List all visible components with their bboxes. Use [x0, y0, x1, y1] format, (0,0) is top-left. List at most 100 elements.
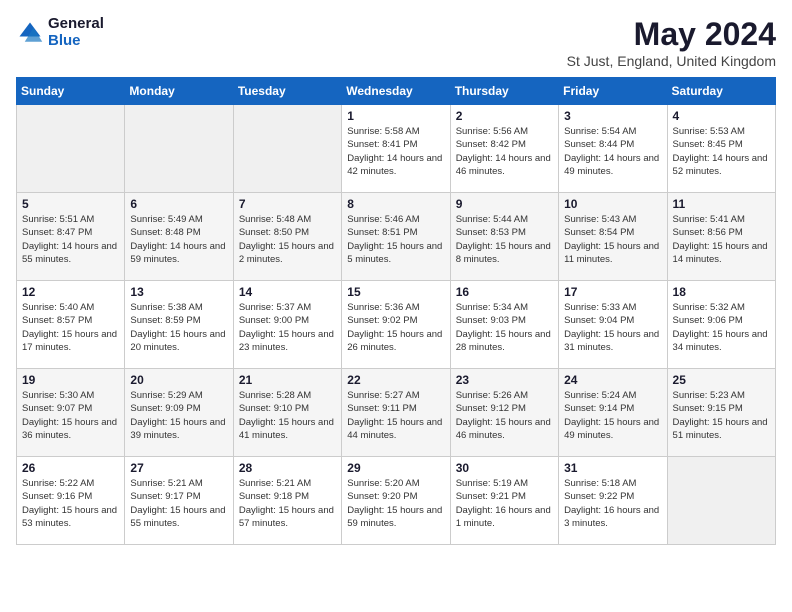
- day-number: 10: [564, 197, 661, 211]
- calendar-cell: 30Sunrise: 5:19 AMSunset: 9:21 PMDayligh…: [450, 457, 558, 545]
- day-info: Sunrise: 5:24 AMSunset: 9:14 PMDaylight:…: [564, 389, 661, 442]
- day-info: Sunrise: 5:58 AMSunset: 8:41 PMDaylight:…: [347, 125, 444, 178]
- calendar-cell: 6 Sunrise: 5:49 AMSunset: 8:48 PMDaylight…: [125, 193, 233, 281]
- day-number: 4: [673, 109, 770, 123]
- day-header-wednesday: Wednesday: [342, 78, 450, 105]
- calendar-week-3: 12Sunrise: 5:40 AMSunset: 8:57 PMDayligh…: [17, 281, 776, 369]
- day-number: 29: [347, 461, 444, 475]
- day-info: Sunrise: 5:21 AMSunset: 9:18 PMDaylight:…: [239, 477, 336, 530]
- day-info: Sunrise: 5:23 AMSunset: 9:15 PMDaylight:…: [673, 389, 770, 442]
- day-info: Sunrise: 5:41 AMSunset: 8:56 PMDaylight:…: [673, 213, 770, 266]
- day-info: Sunrise: 5:27 AMSunset: 9:11 PMDaylight:…: [347, 389, 444, 442]
- day-number: 26: [22, 461, 119, 475]
- logo-general: General: [48, 16, 104, 33]
- day-header-saturday: Saturday: [667, 78, 775, 105]
- calendar-body: 1 Sunrise: 5:58 AMSunset: 8:41 PMDaylight…: [17, 105, 776, 545]
- logo-text: General Blue: [48, 16, 104, 49]
- day-number: 7: [239, 197, 336, 211]
- day-number: 5: [22, 197, 119, 211]
- calendar-cell: 15Sunrise: 5:36 AMSunset: 9:02 PMDayligh…: [342, 281, 450, 369]
- day-info: Sunrise: 5:48 AMSunset: 8:50 PMDaylight:…: [239, 213, 336, 266]
- calendar-cell: 24 Sunrise: 5:24 AMSunset: 9:14 PMDayligh…: [559, 369, 667, 457]
- calendar-cell: [667, 457, 775, 545]
- calendar-table: SundayMondayTuesdayWednesdayThursdayFrid…: [16, 77, 776, 545]
- day-number: 16: [456, 285, 553, 299]
- day-number: 23: [456, 373, 553, 387]
- day-number: 9: [456, 197, 553, 211]
- month-title: May 2024: [567, 16, 776, 53]
- calendar-cell: [17, 105, 125, 193]
- calendar-cell: 3 Sunrise: 5:54 AMSunset: 8:44 PMDaylight…: [559, 105, 667, 193]
- day-info: Sunrise: 5:53 AMSunset: 8:45 PMDaylight:…: [673, 125, 770, 178]
- calendar-cell: 20Sunrise: 5:29 AMSunset: 9:09 PMDayligh…: [125, 369, 233, 457]
- day-number: 21: [239, 373, 336, 387]
- day-info: Sunrise: 5:43 AMSunset: 8:54 PMDaylight:…: [564, 213, 661, 266]
- calendar-cell: 10 Sunrise: 5:43 AMSunset: 8:54 PMDayligh…: [559, 193, 667, 281]
- day-info: Sunrise: 5:33 AMSunset: 9:04 PMDaylight:…: [564, 301, 661, 354]
- calendar-cell: 19 Sunrise: 5:30 AMSunset: 9:07 PMDayligh…: [17, 369, 125, 457]
- calendar-cell: 18Sunrise: 5:32 AMSunset: 9:06 PMDayligh…: [667, 281, 775, 369]
- calendar-cell: 25Sunrise: 5:23 AMSunset: 9:15 PMDayligh…: [667, 369, 775, 457]
- calendar-cell: 9 Sunrise: 5:44 AMSunset: 8:53 PMDaylight…: [450, 193, 558, 281]
- day-number: 6: [130, 197, 227, 211]
- logo-blue: Blue: [48, 33, 104, 50]
- calendar-cell: 14 Sunrise: 5:37 AMSunset: 9:00 PMDayligh…: [233, 281, 341, 369]
- day-info: Sunrise: 5:38 AMSunset: 8:59 PMDaylight:…: [130, 301, 227, 354]
- calendar-cell: 16Sunrise: 5:34 AMSunset: 9:03 PMDayligh…: [450, 281, 558, 369]
- calendar-cell: [125, 105, 233, 193]
- day-info: Sunrise: 5:44 AMSunset: 8:53 PMDaylight:…: [456, 213, 553, 266]
- calendar-week-5: 26Sunrise: 5:22 AMSunset: 9:16 PMDayligh…: [17, 457, 776, 545]
- calendar-cell: [233, 105, 341, 193]
- day-header-sunday: Sunday: [17, 78, 125, 105]
- calendar-week-2: 5 Sunrise: 5:51 AMSunset: 8:47 PMDaylight…: [17, 193, 776, 281]
- calendar-cell: 7 Sunrise: 5:48 AMSunset: 8:50 PMDaylight…: [233, 193, 341, 281]
- calendar-cell: 21Sunrise: 5:28 AMSunset: 9:10 PMDayligh…: [233, 369, 341, 457]
- day-header-tuesday: Tuesday: [233, 78, 341, 105]
- day-header-thursday: Thursday: [450, 78, 558, 105]
- logo-icon: [16, 19, 44, 47]
- day-info: Sunrise: 5:49 AMSunset: 8:48 PMDaylight:…: [130, 213, 227, 266]
- day-number: 3: [564, 109, 661, 123]
- calendar-cell: 31 Sunrise: 5:18 AMSunset: 9:22 PMDayligh…: [559, 457, 667, 545]
- calendar-cell: 27 Sunrise: 5:21 AMSunset: 9:17 PMDayligh…: [125, 457, 233, 545]
- day-info: Sunrise: 5:21 AMSunset: 9:17 PMDaylight:…: [130, 477, 227, 530]
- calendar-cell: 23Sunrise: 5:26 AMSunset: 9:12 PMDayligh…: [450, 369, 558, 457]
- day-info: Sunrise: 5:54 AMSunset: 8:44 PMDaylight:…: [564, 125, 661, 178]
- day-info: Sunrise: 5:40 AMSunset: 8:57 PMDaylight:…: [22, 301, 119, 354]
- location: St Just, England, United Kingdom: [567, 53, 776, 69]
- calendar-header-row: SundayMondayTuesdayWednesdayThursdayFrid…: [17, 78, 776, 105]
- day-number: 1: [347, 109, 444, 123]
- day-info: Sunrise: 5:51 AMSunset: 8:47 PMDaylight:…: [22, 213, 119, 266]
- day-number: 27: [130, 461, 227, 475]
- day-number: 31: [564, 461, 661, 475]
- day-info: Sunrise: 5:46 AMSunset: 8:51 PMDaylight:…: [347, 213, 444, 266]
- calendar-cell: 5 Sunrise: 5:51 AMSunset: 8:47 PMDaylight…: [17, 193, 125, 281]
- calendar-cell: 11 Sunrise: 5:41 AMSunset: 8:56 PMDayligh…: [667, 193, 775, 281]
- day-number: 13: [130, 285, 227, 299]
- title-section: May 2024 St Just, England, United Kingdo…: [567, 16, 776, 69]
- day-header-friday: Friday: [559, 78, 667, 105]
- logo: General Blue: [16, 16, 104, 49]
- calendar-cell: 29Sunrise: 5:20 AMSunset: 9:20 PMDayligh…: [342, 457, 450, 545]
- calendar-cell: 28Sunrise: 5:21 AMSunset: 9:18 PMDayligh…: [233, 457, 341, 545]
- day-number: 14: [239, 285, 336, 299]
- calendar-cell: 4 Sunrise: 5:53 AMSunset: 8:45 PMDaylight…: [667, 105, 775, 193]
- day-number: 22: [347, 373, 444, 387]
- page-header: General Blue May 2024 St Just, England, …: [16, 16, 776, 69]
- day-number: 18: [673, 285, 770, 299]
- day-number: 19: [22, 373, 119, 387]
- day-info: Sunrise: 5:29 AMSunset: 9:09 PMDaylight:…: [130, 389, 227, 442]
- day-info: Sunrise: 5:18 AMSunset: 9:22 PMDaylight:…: [564, 477, 661, 530]
- calendar-cell: 1 Sunrise: 5:58 AMSunset: 8:41 PMDaylight…: [342, 105, 450, 193]
- calendar-cell: 22 Sunrise: 5:27 AMSunset: 9:11 PMDayligh…: [342, 369, 450, 457]
- day-number: 8: [347, 197, 444, 211]
- day-number: 11: [673, 197, 770, 211]
- day-info: Sunrise: 5:36 AMSunset: 9:02 PMDaylight:…: [347, 301, 444, 354]
- day-number: 24: [564, 373, 661, 387]
- day-info: Sunrise: 5:30 AMSunset: 9:07 PMDaylight:…: [22, 389, 119, 442]
- calendar-cell: 26Sunrise: 5:22 AMSunset: 9:16 PMDayligh…: [17, 457, 125, 545]
- day-number: 17: [564, 285, 661, 299]
- day-info: Sunrise: 5:37 AMSunset: 9:00 PMDaylight:…: [239, 301, 336, 354]
- calendar-cell: 8 Sunrise: 5:46 AMSunset: 8:51 PMDaylight…: [342, 193, 450, 281]
- day-info: Sunrise: 5:19 AMSunset: 9:21 PMDaylight:…: [456, 477, 553, 530]
